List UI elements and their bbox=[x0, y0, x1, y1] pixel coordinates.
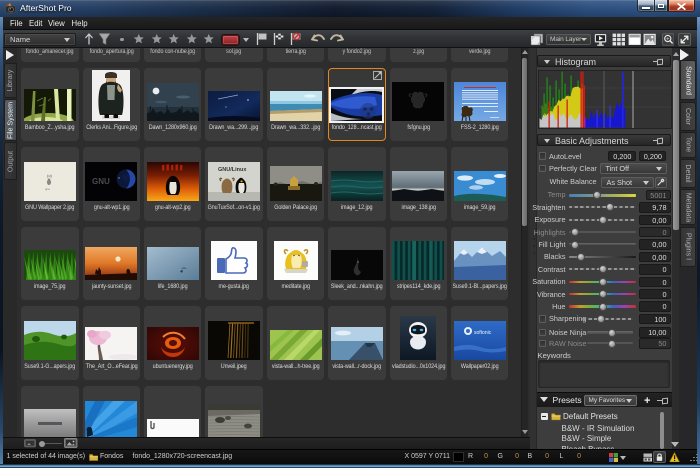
svg-text:softonic: softonic bbox=[474, 330, 492, 336]
svg-text:gnu: gnu bbox=[45, 187, 50, 191]
svg-text:(o): (o) bbox=[47, 173, 53, 178]
svg-text:GNU/Linux: GNU/Linux bbox=[218, 167, 247, 173]
svg-text:GNU: GNU bbox=[92, 177, 110, 186]
